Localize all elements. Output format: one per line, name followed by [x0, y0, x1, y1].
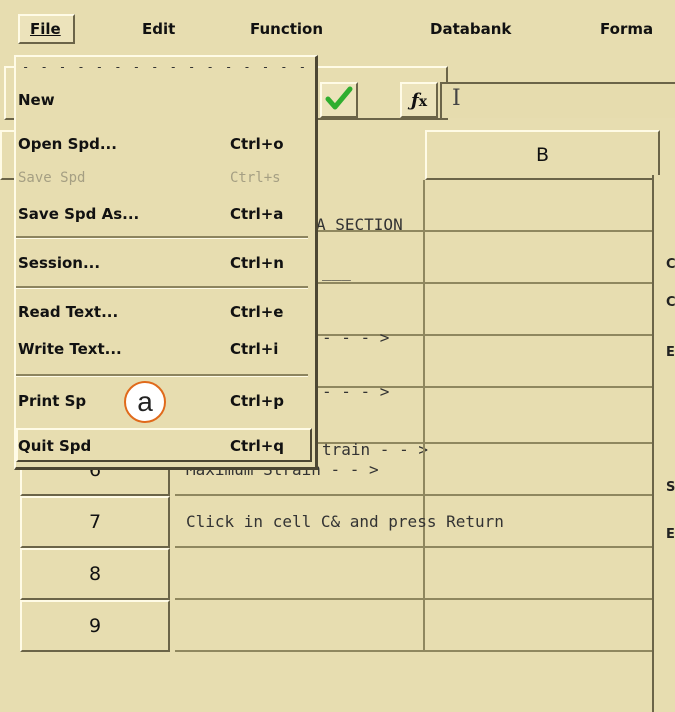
function-button[interactable]: ƒx: [400, 82, 438, 118]
menu-separator: [16, 286, 308, 289]
menu-function[interactable]: Function: [250, 20, 323, 38]
cell[interactable]: [425, 444, 660, 496]
menu-databank[interactable]: Databank: [430, 20, 511, 38]
cell[interactable]: [425, 388, 660, 444]
row-header-8[interactable]: 8: [20, 548, 170, 600]
text-cursor: I: [452, 86, 461, 111]
column-header-b[interactable]: B: [425, 130, 660, 180]
accept-button[interactable]: [320, 82, 358, 118]
menu-item-save: Save Spd Ctrl+s: [18, 170, 281, 186]
menu-separator: [16, 236, 308, 239]
menu-item-new[interactable]: New: [18, 83, 314, 117]
cell-text: Click in cell C& and press Return: [186, 512, 504, 531]
check-icon: [325, 85, 353, 115]
side-panel: C C E S E: [652, 175, 675, 712]
menu-item-print[interactable]: Print Sp Ctrl+p: [18, 384, 314, 418]
cell[interactable]: [425, 336, 660, 388]
row-header-9[interactable]: 9: [20, 600, 170, 652]
menu-separator: [16, 374, 308, 377]
side-panel-item[interactable]: S: [666, 480, 675, 495]
menubar: File Edit Function Databank Forma: [0, 0, 675, 48]
side-panel-item[interactable]: E: [666, 527, 675, 542]
menu-item-save-as[interactable]: Save Spd As... Ctrl+a: [18, 197, 314, 231]
menu-format[interactable]: Forma: [600, 20, 653, 38]
menu-item-write-text[interactable]: Write Text... Ctrl+i: [18, 332, 314, 366]
cell[interactable]: [425, 600, 660, 652]
tear-off-line[interactable]: - - - - - - - - - - - - - - - - - - - - …: [22, 60, 310, 72]
cell[interactable]: [425, 548, 660, 600]
formula-input[interactable]: [440, 82, 675, 118]
cell[interactable]: [425, 232, 660, 284]
cell[interactable]: [425, 180, 660, 232]
side-panel-item[interactable]: E: [666, 345, 675, 360]
fx-icon: ƒx: [410, 89, 428, 111]
cell-text: ___: [322, 262, 351, 281]
menu-item-read-text[interactable]: Read Text... Ctrl+e: [18, 295, 314, 329]
cell[interactable]: [175, 600, 425, 652]
callout-marker: a: [124, 381, 166, 423]
menu-item-open[interactable]: Open Spd... Ctrl+o: [18, 127, 314, 161]
side-panel-item[interactable]: C: [666, 257, 675, 272]
menu-edit[interactable]: Edit: [142, 20, 175, 38]
row-header-7[interactable]: 7: [20, 496, 170, 548]
side-panel-item[interactable]: C: [666, 295, 675, 310]
menu-item-quit[interactable]: Quit Spd Ctrl+q: [18, 429, 314, 463]
menu-file[interactable]: File: [18, 14, 75, 44]
cell[interactable]: [425, 284, 660, 336]
menu-item-session[interactable]: Session... Ctrl+n: [18, 246, 314, 280]
cell[interactable]: [175, 548, 425, 600]
